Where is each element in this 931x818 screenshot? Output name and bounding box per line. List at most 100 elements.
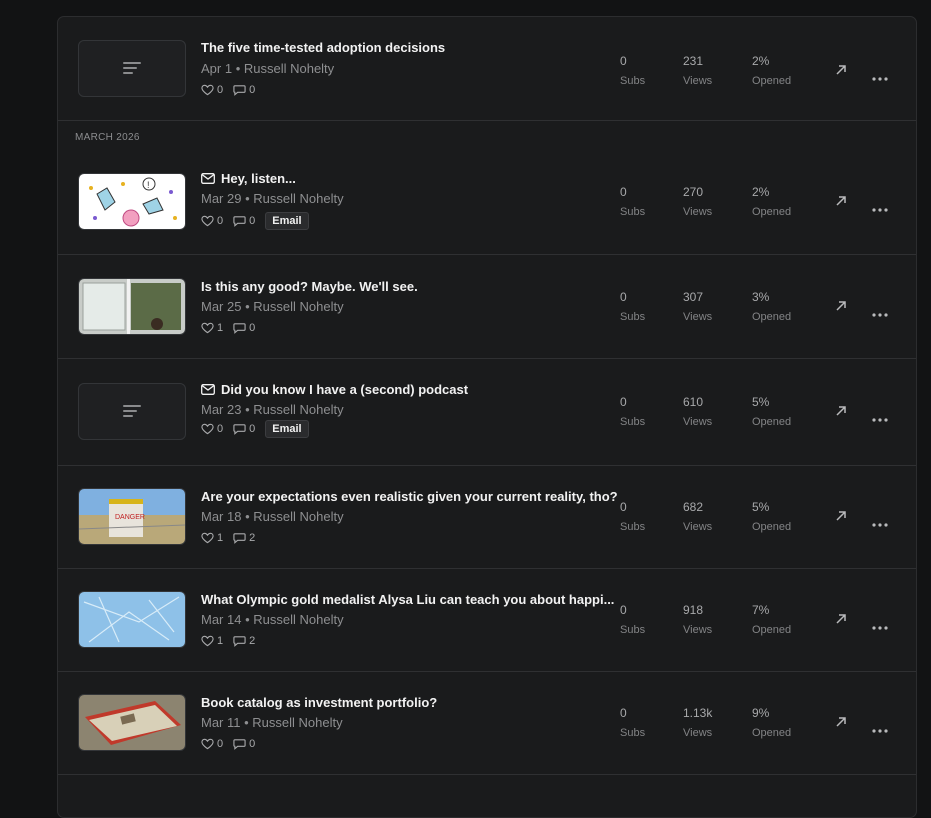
post-date: Mar 29 [201, 191, 242, 206]
post-engagement: 0 0 Email [201, 212, 309, 230]
post-title-wrap[interactable]: Book catalog as investment portfolio? [201, 695, 437, 710]
post-title[interactable]: Are your expectations even realistic giv… [201, 489, 618, 504]
opened-label: Opened [752, 311, 792, 323]
post-author: Russell Nohelty [253, 612, 344, 627]
opened-metric: 5% Opened [752, 392, 791, 432]
post-engagement: 0 0 [201, 737, 261, 751]
post-row[interactable]: Book catalog as investment portfolio? Ma… [58, 671, 916, 775]
opened-value: 9% [752, 706, 770, 720]
comment-icon [233, 635, 249, 647]
post-title[interactable]: Is this any good? Maybe. We'll see. [201, 279, 418, 294]
post-row[interactable]: Did you know I have a (second) podcast M… [58, 358, 916, 466]
post-title-wrap[interactable]: The five time-tested adoption decisions [201, 40, 445, 55]
post-title-wrap[interactable]: Are your expectations even realistic giv… [201, 489, 618, 504]
post-author: Russell Nohelty [253, 402, 344, 417]
post-title[interactable]: Did you know I have a (second) podcast [221, 382, 468, 397]
svg-text:DANGER: DANGER [115, 514, 145, 521]
arrow-up-right-icon[interactable] [834, 715, 848, 729]
comment-icon [233, 738, 249, 750]
post-title-wrap[interactable]: Hey, listen... [201, 171, 296, 186]
arrow-up-right-icon[interactable] [834, 404, 848, 418]
opened-value: 7% [752, 603, 770, 617]
post-meta: Mar 18 • Russell Nohelty [201, 509, 344, 524]
subs-label: Subs [620, 311, 646, 323]
post-meta: Mar 14 • Russell Nohelty [201, 612, 344, 627]
heart-icon [201, 215, 217, 227]
opened-metric: 7% Opened [752, 600, 791, 640]
post-row[interactable]: The five time-tested adoption decisions … [58, 17, 916, 121]
section-label-march-2026: MARCH 2026 [75, 132, 140, 143]
subs-metric: 0 Subs [620, 182, 645, 222]
post-thumbnail[interactable]: ! [78, 173, 186, 230]
post-author: Russell Nohelty [252, 715, 343, 730]
post-row[interactable]: ! Hey, listen... Mar 29 • Russell Nohelt… [58, 153, 916, 255]
arrow-up-right-icon[interactable] [834, 299, 848, 313]
comments-count: 0 [249, 215, 256, 227]
views-metric: 270 Views [683, 182, 712, 222]
more-horizontal-icon[interactable] [872, 304, 888, 317]
arrow-up-right-icon[interactable] [834, 612, 848, 626]
meta-separator: • [241, 402, 254, 417]
post-thumbnail[interactable] [78, 694, 186, 751]
post-meta: Mar 11 • Russell Nohelty [201, 715, 343, 730]
views-value: 307 [683, 290, 704, 304]
post-row[interactable]: What Olympic gold medalist Alysa Liu can… [58, 568, 916, 672]
views-value: 610 [683, 395, 704, 409]
post-title-wrap[interactable]: What Olympic gold medalist Alysa Liu can… [201, 592, 614, 607]
more-horizontal-icon[interactable] [872, 68, 888, 81]
more-horizontal-icon[interactable] [872, 409, 888, 422]
post-thumbnail[interactable] [78, 591, 186, 648]
post-title-wrap[interactable]: Is this any good? Maybe. We'll see. [201, 279, 418, 294]
arrow-up-right-icon[interactable] [834, 63, 848, 77]
post-meta: Mar 29 • Russell Nohelty [201, 191, 344, 206]
arrow-up-right-icon[interactable] [834, 194, 848, 208]
more-horizontal-icon[interactable] [872, 199, 888, 212]
post-engagement: 1 2 [201, 634, 261, 648]
arrow-up-right-icon[interactable] [834, 509, 848, 523]
meta-separator: • [232, 61, 244, 76]
heart-icon [201, 423, 217, 435]
post-thumbnail[interactable] [78, 40, 186, 97]
mail-icon [201, 173, 221, 184]
mail-icon [201, 384, 221, 395]
opened-label: Opened [752, 416, 792, 428]
subs-value: 0 [620, 54, 627, 68]
subs-value: 0 [620, 603, 627, 617]
post-thumbnail[interactable] [78, 383, 186, 440]
post-title-wrap[interactable]: Did you know I have a (second) podcast [201, 382, 468, 397]
subs-value: 0 [620, 395, 627, 409]
meta-separator: • [241, 299, 254, 314]
post-author: Russell Nohelty [253, 299, 344, 314]
post-thumbnail[interactable] [78, 278, 186, 335]
opened-metric: 5% Opened [752, 497, 791, 537]
post-row[interactable]: DANGER Are your expectations even realis… [58, 465, 916, 569]
opened-metric: 9% Opened [752, 703, 791, 743]
views-metric: 682 Views [683, 497, 712, 537]
comment-icon [233, 532, 249, 544]
post-title[interactable]: Book catalog as investment portfolio? [201, 695, 437, 710]
post-title[interactable]: Hey, listen... [221, 171, 296, 186]
comments-count: 2 [249, 532, 256, 544]
meta-separator: • [241, 612, 254, 627]
views-label: Views [683, 416, 713, 428]
email-badge: Email [265, 212, 309, 230]
post-thumbnail[interactable]: DANGER [78, 488, 186, 545]
more-horizontal-icon[interactable] [872, 720, 888, 733]
views-label: Views [683, 206, 713, 218]
likes-count: 1 [217, 635, 224, 647]
comment-icon [233, 423, 249, 435]
post-date: Mar 23 [201, 402, 242, 417]
post-title[interactable]: The five time-tested adoption decisions [201, 40, 445, 55]
views-value: 682 [683, 500, 704, 514]
post-row[interactable]: Is this any good? Maybe. We'll see. Mar … [58, 255, 916, 359]
likes-count: 0 [217, 423, 224, 435]
subs-label: Subs [620, 416, 646, 428]
more-horizontal-icon[interactable] [872, 617, 888, 630]
heart-icon [201, 84, 217, 96]
heart-icon [201, 738, 217, 750]
post-title[interactable]: What Olympic gold medalist Alysa Liu can… [201, 592, 614, 607]
views-metric: 307 Views [683, 287, 712, 327]
post-engagement: 0 0 Email [201, 420, 309, 438]
subs-value: 0 [620, 706, 627, 720]
more-horizontal-icon[interactable] [872, 514, 888, 527]
